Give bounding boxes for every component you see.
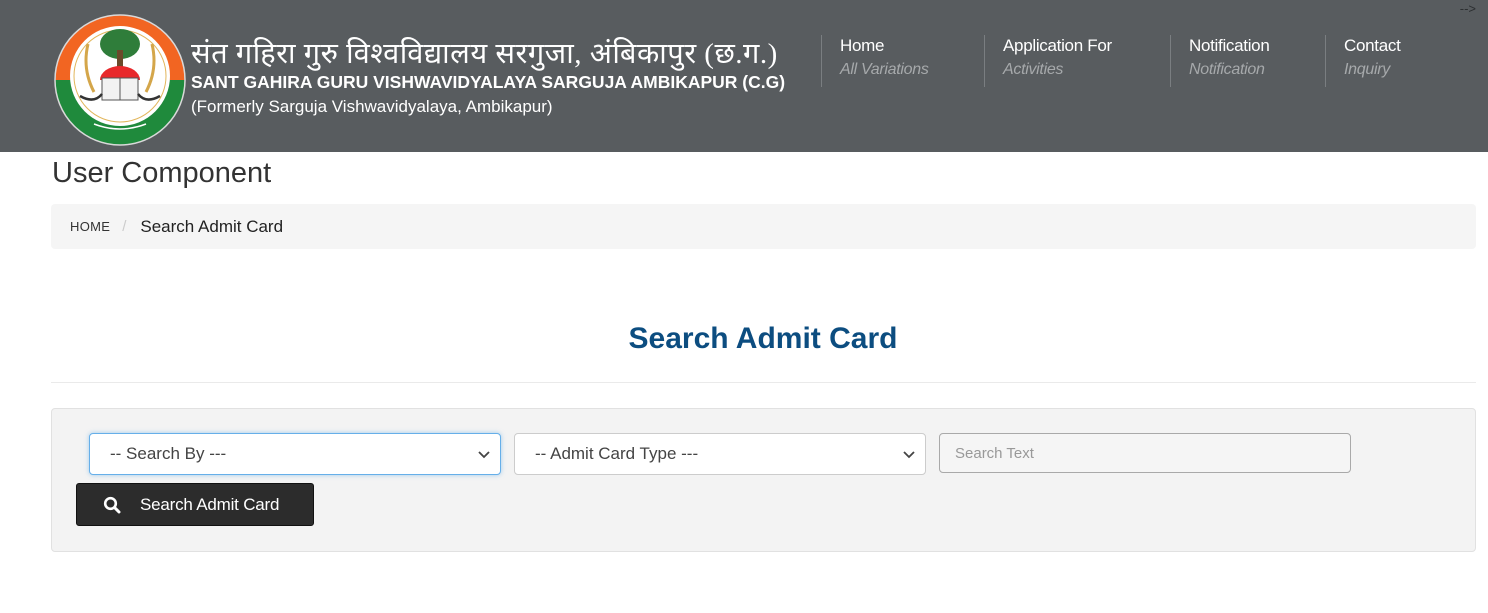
search-by-selected-value: -- Search By --- bbox=[110, 444, 227, 463]
search-icon bbox=[103, 496, 121, 513]
chevron-down-icon bbox=[478, 451, 490, 459]
breadcrumb: HOME / Search Admit Card bbox=[51, 204, 1476, 249]
nav-item-sublabel: All Variations bbox=[840, 61, 929, 78]
page-title: User Component bbox=[52, 157, 272, 189]
nav-item-home[interactable]: Home All Variations bbox=[821, 35, 929, 87]
nav-item-contact[interactable]: Contact Inquiry bbox=[1325, 35, 1401, 87]
university-emblem-icon[interactable] bbox=[54, 14, 186, 146]
site-header: --> संत गहिरा गुरु विश्वविद्यालय सरगुजा,… bbox=[0, 0, 1488, 152]
nav-item-sublabel: Activities bbox=[1003, 61, 1064, 78]
admit-card-type-select[interactable]: -- Admit Card Type --- bbox=[514, 433, 926, 475]
section-title: Search Admit Card bbox=[628, 322, 898, 355]
breadcrumb-separator: / bbox=[122, 218, 127, 235]
nav-item-label: Notification bbox=[1189, 36, 1270, 55]
admit-card-type-selected-value: -- Admit Card Type --- bbox=[535, 444, 699, 463]
nav-item-label: Contact bbox=[1344, 36, 1401, 55]
university-name-hindi: संत गहिरा गुरु विश्वविद्यालय सरगुजा, अंब… bbox=[191, 38, 778, 70]
nav-item-label: Home bbox=[840, 36, 885, 55]
breadcrumb-current: Search Admit Card bbox=[140, 216, 284, 236]
search-admit-card-button[interactable]: Search Admit Card bbox=[76, 483, 314, 526]
search-text-input[interactable] bbox=[939, 433, 1351, 473]
university-former-name: (Formerly Sarguja Vishwavidyalaya, Ambik… bbox=[191, 97, 553, 116]
search-form-panel bbox=[51, 408, 1476, 552]
nav-item-label: Application For bbox=[1003, 36, 1112, 55]
search-admit-card-button-label: Search Admit Card bbox=[140, 494, 280, 514]
search-by-select[interactable]: -- Search By --- bbox=[89, 433, 501, 475]
nav-item-sublabel: Inquiry bbox=[1344, 61, 1390, 78]
nav-item-notification[interactable]: Notification Notification bbox=[1170, 35, 1270, 87]
breadcrumb-home-link[interactable]: HOME bbox=[70, 219, 110, 234]
nav-item-sublabel: Notification bbox=[1189, 61, 1265, 78]
stray-comment-text: --> bbox=[1459, 1, 1476, 16]
university-name-english: SANT GAHIRA GURU VISHWAVIDYALAYA SARGUJA… bbox=[191, 72, 786, 92]
chevron-down-icon bbox=[903, 451, 915, 459]
nav-item-application-for[interactable]: Application For Activities bbox=[984, 35, 1112, 87]
university-title-block: संत गहिरा गुरु विश्वविद्यालय सरगुजा, अंब… bbox=[191, 36, 785, 119]
section-divider bbox=[51, 382, 1476, 383]
